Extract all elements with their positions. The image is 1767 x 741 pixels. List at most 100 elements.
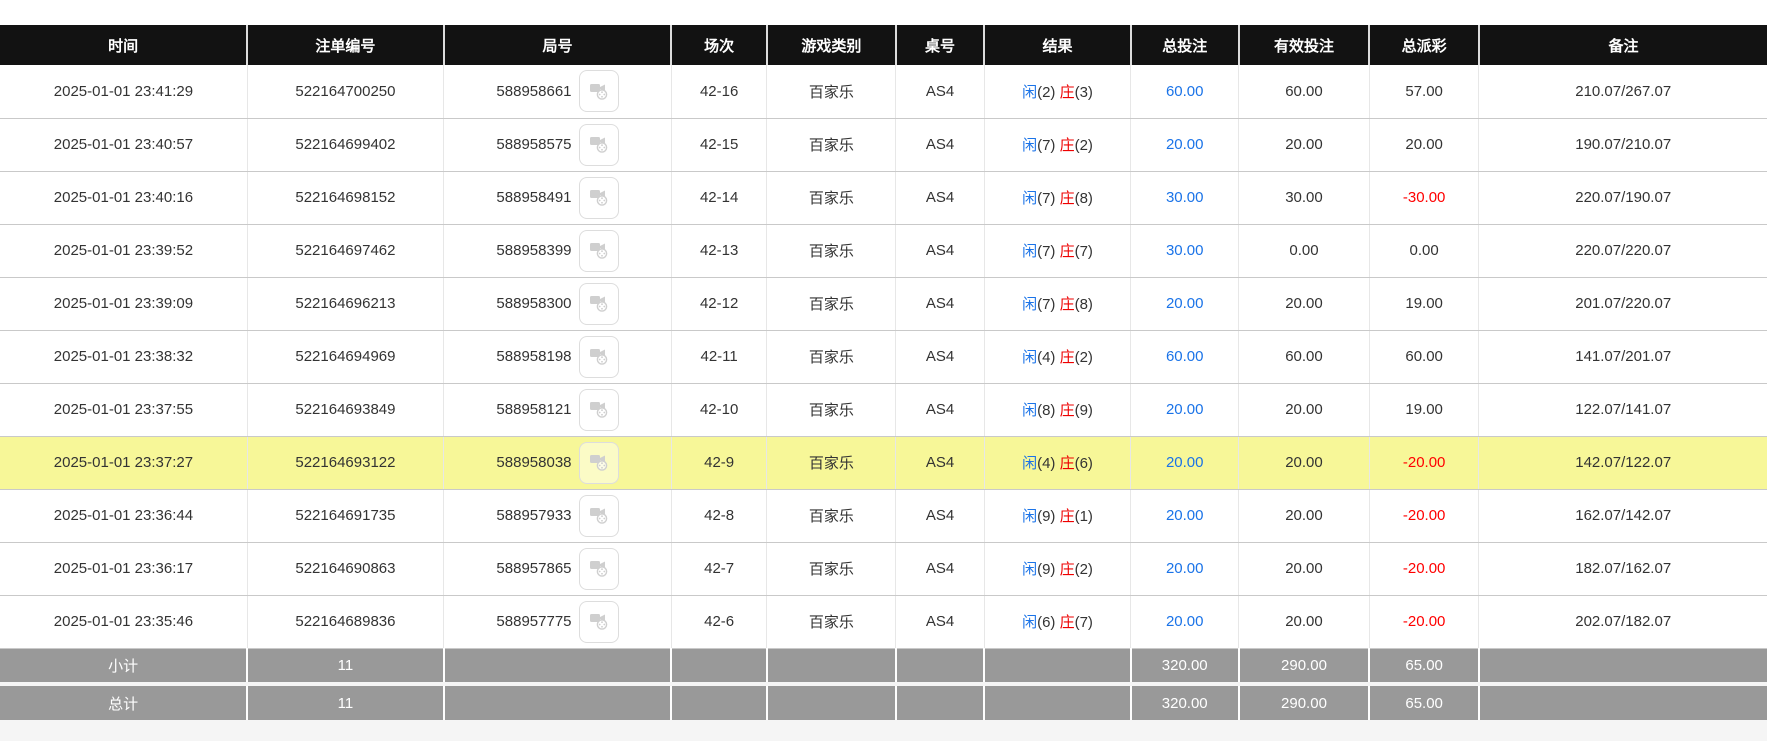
result-banker-score: (2) (1075, 349, 1093, 366)
result-player-label: 闲 (1022, 243, 1037, 260)
table-row[interactable]: 2025-01-01 23:37:27522164693122588958038… (0, 436, 1767, 489)
cell-remark: 220.07/220.07 (1479, 224, 1767, 277)
cell-bet-id: 522164693849 (247, 383, 443, 436)
cell-bet-id: 522164693122 (247, 436, 443, 489)
result-player-label: 闲 (1022, 349, 1037, 366)
table-header: 时间 注单编号 局号 场次 游戏类别 桌号 结果 总投注 有效投注 总派彩 备注 (0, 25, 1767, 65)
bet-history-table: 时间 注单编号 局号 场次 游戏类别 桌号 结果 总投注 有效投注 总派彩 备注… (0, 25, 1767, 720)
cell-game-type: 百家乐 (767, 65, 896, 118)
total-empty-cell (671, 684, 766, 720)
cell-valid-bet: 20.00 (1239, 277, 1370, 330)
total-empty-cell (1479, 684, 1767, 720)
video-replay-button[interactable] (579, 336, 619, 378)
cell-session: 42-14 (671, 171, 766, 224)
cell-remark: 141.07/201.07 (1479, 330, 1767, 383)
cell-round-no: 588958399 (444, 224, 672, 277)
result-banker-score: (9) (1075, 402, 1093, 419)
video-replay-button[interactable] (579, 548, 619, 590)
total-empty-cell (984, 684, 1131, 720)
video-replay-button[interactable] (579, 124, 619, 166)
cell-table-no: AS4 (896, 224, 984, 277)
table-row[interactable]: 2025-01-01 23:40:16522164698152588958491… (0, 171, 1767, 224)
cell-payout: -20.00 (1369, 542, 1479, 595)
result-player-score: (2) (1037, 84, 1060, 101)
video-replay-button[interactable] (579, 70, 619, 112)
video-replay-button[interactable] (579, 601, 619, 643)
table-row[interactable]: 2025-01-01 23:37:55522164693849588958121… (0, 383, 1767, 436)
result-banker-label: 庄 (1060, 561, 1075, 578)
round-no-wrap: 588958300 (448, 283, 667, 325)
video-replay-button[interactable] (579, 495, 619, 537)
cell-total-bet: 20.00 (1131, 489, 1239, 542)
cell-round-no: 588957775 (444, 595, 672, 648)
video-replay-button[interactable] (579, 177, 619, 219)
cell-game-type: 百家乐 (767, 118, 896, 171)
result-banker-label: 庄 (1060, 84, 1075, 101)
cell-bet-id: 522164699402 (247, 118, 443, 171)
result-banker-score: (8) (1075, 296, 1093, 313)
col-header-game-type: 游戏类别 (767, 25, 896, 65)
round-no-wrap: 588958038 (448, 442, 667, 484)
result-banker-label: 庄 (1060, 402, 1075, 419)
cell-table-no: AS4 (896, 118, 984, 171)
table-row[interactable]: 2025-01-01 23:36:17522164690863588957865… (0, 542, 1767, 595)
cell-game-type: 百家乐 (767, 383, 896, 436)
cell-bet-id: 522164697462 (247, 224, 443, 277)
total-empty-cell (896, 684, 984, 720)
cell-result: 闲(4) 庄(2) (984, 330, 1131, 383)
round-no-text: 588957775 (496, 613, 571, 630)
col-header-result: 结果 (984, 25, 1131, 65)
cell-time: 2025-01-01 23:36:17 (0, 542, 247, 595)
result-player-score: (7) (1037, 137, 1060, 154)
round-no-wrap: 588957865 (448, 548, 667, 590)
round-no-wrap: 588957775 (448, 601, 667, 643)
video-replay-button[interactable] (579, 389, 619, 431)
table-row[interactable]: 2025-01-01 23:39:52522164697462588958399… (0, 224, 1767, 277)
cell-game-type: 百家乐 (767, 171, 896, 224)
cell-game-type: 百家乐 (767, 436, 896, 489)
result-player-score: (4) (1037, 349, 1060, 366)
cell-total-bet: 60.00 (1131, 330, 1239, 383)
round-no-wrap: 588958198 (448, 336, 667, 378)
result-player-score: (4) (1037, 455, 1060, 472)
video-replay-icon (588, 79, 610, 104)
video-replay-button[interactable] (579, 283, 619, 325)
subtotal-count: 11 (247, 648, 443, 684)
cell-time: 2025-01-01 23:38:32 (0, 330, 247, 383)
cell-total-bet: 20.00 (1131, 277, 1239, 330)
table-row[interactable]: 2025-01-01 23:39:09522164696213588958300… (0, 277, 1767, 330)
video-replay-button[interactable] (579, 230, 619, 272)
table-row[interactable]: 2025-01-01 23:40:57522164699402588958575… (0, 118, 1767, 171)
cell-result: 闲(7) 庄(2) (984, 118, 1131, 171)
col-header-remark: 备注 (1479, 25, 1767, 65)
col-header-payout: 总派彩 (1369, 25, 1479, 65)
cell-time: 2025-01-01 23:39:52 (0, 224, 247, 277)
round-no-text: 588958038 (496, 454, 571, 471)
subtotal-empty-cell (984, 648, 1131, 684)
total-label: 总计 (0, 684, 247, 720)
cell-total-bet: 20.00 (1131, 595, 1239, 648)
round-no-text: 588958491 (496, 189, 571, 206)
table-footer: 小计 11 320.00 290.00 65.00 总计 11 320.00 2… (0, 648, 1767, 720)
table-row[interactable]: 2025-01-01 23:35:46522164689836588957775… (0, 595, 1767, 648)
video-replay-icon (588, 344, 610, 369)
total-payout: 65.00 (1369, 684, 1479, 720)
video-replay-icon (588, 503, 610, 528)
cell-result: 闲(8) 庄(9) (984, 383, 1131, 436)
table-row[interactable]: 2025-01-01 23:41:29522164700250588958661… (0, 65, 1767, 118)
cell-round-no: 588958661 (444, 65, 672, 118)
cell-total-bet: 20.00 (1131, 383, 1239, 436)
cell-valid-bet: 20.00 (1239, 118, 1370, 171)
cell-payout: -20.00 (1369, 489, 1479, 542)
result-player-score: (8) (1037, 402, 1060, 419)
round-no-wrap: 588958491 (448, 177, 667, 219)
table-row[interactable]: 2025-01-01 23:36:44522164691735588957933… (0, 489, 1767, 542)
col-header-total-bet: 总投注 (1131, 25, 1239, 65)
result-player-label: 闲 (1022, 614, 1037, 631)
cell-table-no: AS4 (896, 171, 984, 224)
subtotal-total-bet: 320.00 (1131, 648, 1239, 684)
table-row[interactable]: 2025-01-01 23:38:32522164694969588958198… (0, 330, 1767, 383)
video-replay-button[interactable] (579, 442, 619, 484)
table-body: 2025-01-01 23:41:29522164700250588958661… (0, 65, 1767, 648)
result-banker-label: 庄 (1060, 190, 1075, 207)
